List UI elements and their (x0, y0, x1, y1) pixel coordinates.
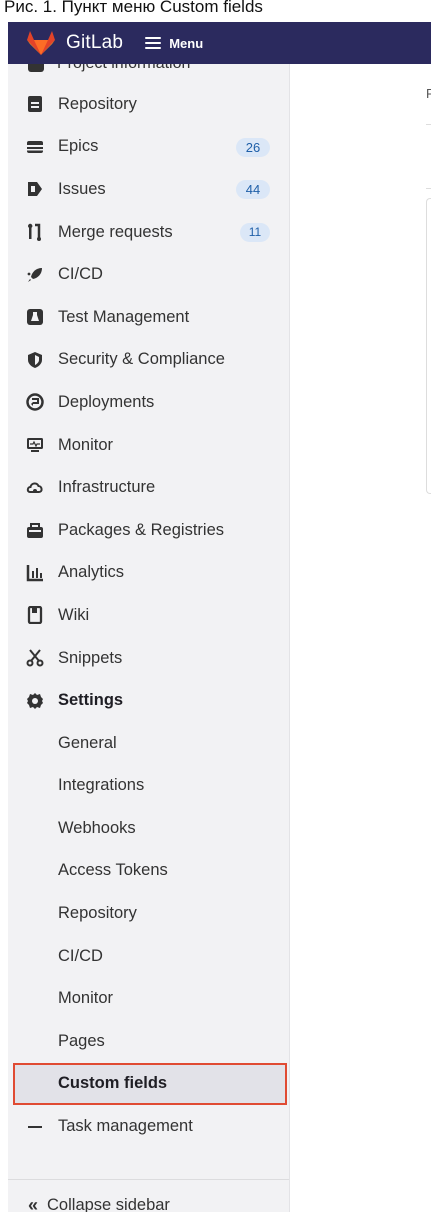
sidebar-item-packages-registries[interactable]: Packages & Registries (8, 509, 289, 552)
collapse-sidebar-button[interactable]: « Collapse sidebar (8, 1184, 289, 1212)
sidebar-item-label: Epics (58, 137, 99, 156)
settings-sub-repository[interactable]: Repository (8, 892, 289, 935)
analytics-icon (26, 564, 44, 582)
sidebar-item-label: Wiki (58, 605, 90, 624)
test-flask-icon (26, 308, 44, 326)
hamburger-icon (145, 37, 162, 49)
sidebar-item-deployments[interactable]: Deployments (8, 381, 289, 424)
settings-sub-cicd[interactable]: CI/CD (8, 935, 289, 978)
menu-button[interactable]: Menu (145, 36, 203, 51)
sidebar-item-label: Snippets (58, 648, 123, 667)
sidebar-item-monitor[interactable]: Monitor (8, 424, 289, 467)
issues-icon (26, 180, 44, 198)
top-navbar: GitLab Menu (8, 22, 431, 64)
sidebar-item-merge-requests[interactable]: Merge requests 11 (8, 211, 289, 254)
content-divider (426, 124, 431, 125)
double-chevron-left-icon: « (28, 1194, 38, 1212)
sidebar-item-label: Settings (58, 691, 124, 710)
cloud-icon (26, 479, 44, 497)
content-card (426, 198, 431, 494)
sidebar-item-label: Merge requests (58, 222, 173, 241)
settings-sub-pages[interactable]: Pages (8, 1020, 289, 1063)
sidebar-item-wiki[interactable]: Wiki (8, 594, 289, 637)
sidebar-item-settings[interactable]: Settings (8, 679, 289, 722)
epics-count-badge: 26 (236, 137, 270, 157)
sidebar-item-label: Repository (58, 94, 137, 113)
project-icon (28, 64, 44, 72)
merge-request-icon (26, 223, 44, 242)
collapse-sidebar-label: Collapse sidebar (47, 1195, 170, 1212)
settings-sub-custom-fields[interactable]: Custom fields (13, 1062, 287, 1106)
sidebar-divider (8, 1179, 289, 1180)
settings-sub-monitor[interactable]: Monitor (8, 977, 289, 1020)
sidebar-item-cicd[interactable]: CI/CD (8, 253, 289, 296)
settings-sub-general[interactable]: General (8, 722, 289, 765)
sidebar-item-label: Packages & Registries (58, 520, 224, 539)
rocket-icon (26, 266, 44, 284)
package-icon (26, 521, 44, 539)
merge-requests-count-badge: 11 (240, 222, 270, 242)
sidebar-item-test-management[interactable]: Test Management (8, 296, 289, 339)
sidebar-item-analytics[interactable]: Analytics (8, 552, 289, 595)
issues-count-badge: 44 (236, 180, 270, 200)
gitlab-logo-icon[interactable] (26, 30, 56, 56)
epics-icon (26, 138, 44, 156)
sidebar-item-label: Security & Compliance (58, 350, 225, 369)
scissors-icon (26, 649, 44, 667)
sidebar-item-label: Deployments (58, 392, 155, 411)
gitlab-brand-link[interactable]: GitLab (66, 32, 123, 54)
sidebar-item-label: Project information (57, 64, 190, 73)
sidebar-item-epics[interactable]: Epics 26 (8, 126, 289, 169)
book-icon (26, 606, 44, 625)
menu-button-label: Menu (169, 35, 204, 51)
sidebar-item-label: Task management (58, 1117, 193, 1136)
sidebar-item-snippets[interactable]: Snippets (8, 637, 289, 680)
sidebar-item-repository[interactable]: Repository (8, 83, 289, 126)
sidebar: Project information Repository Epics 26 … (8, 64, 290, 1212)
sidebar-item-issues[interactable]: Issues 44 (8, 168, 289, 211)
settings-sub-access-tokens[interactable]: Access Tokens (8, 850, 289, 893)
settings-sub-integrations[interactable]: Integrations (8, 765, 289, 808)
content-fragment-text: F (426, 86, 431, 101)
gear-icon (26, 692, 44, 710)
sidebar-item-infrastructure[interactable]: Infrastructure (8, 466, 289, 509)
minus-icon (26, 1118, 44, 1136)
sidebar-item-label: Analytics (58, 563, 125, 582)
sidebar-nav: Repository Epics 26 Issues 44 Merge requ… (8, 83, 289, 1148)
sidebar-item-label: Test Management (58, 307, 190, 326)
monitor-icon (26, 436, 44, 454)
content-divider (426, 188, 431, 189)
sidebar-item-project-information[interactable]: Project information (8, 64, 289, 77)
figure-caption: Рис. 1. Пункт меню Custom fields (4, 0, 263, 16)
shield-icon (26, 351, 44, 369)
sidebar-item-label: Issues (58, 179, 106, 198)
sidebar-item-task-management[interactable]: Task management (8, 1105, 289, 1148)
sidebar-item-label: Monitor (58, 435, 114, 454)
sidebar-item-security-compliance[interactable]: Security & Compliance (8, 339, 289, 382)
deployments-icon (26, 393, 44, 412)
main-content: F (291, 64, 431, 1212)
settings-sub-webhooks[interactable]: Webhooks (8, 807, 289, 850)
sidebar-item-label: Infrastructure (58, 478, 156, 497)
sidebar-item-label: CI/CD (58, 265, 103, 284)
repository-icon (26, 95, 44, 113)
